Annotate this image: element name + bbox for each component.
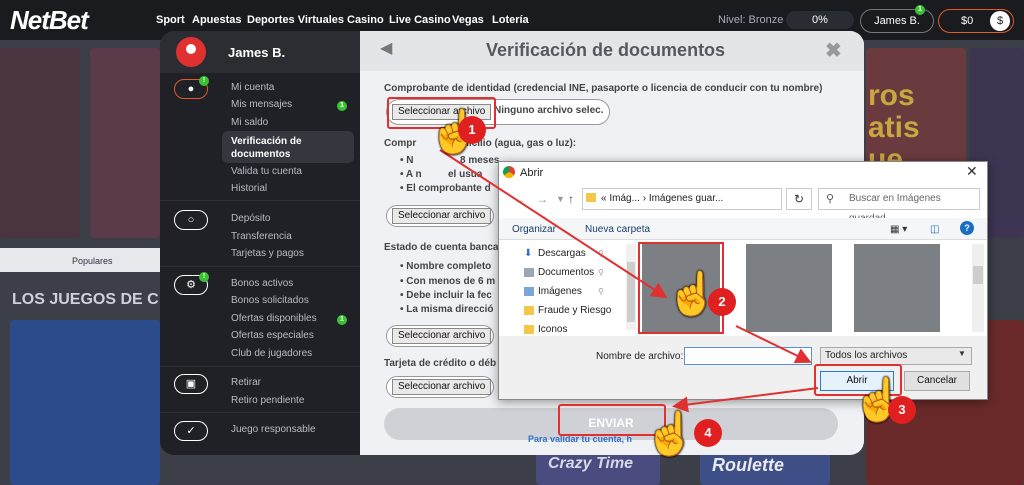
- pointer-hand-icon: ☝: [644, 410, 697, 457]
- step-number-badge: 2: [708, 288, 736, 316]
- step-number-badge: 1: [458, 116, 486, 144]
- step-number-badge: 3: [888, 396, 916, 424]
- step-number-badge: 4: [694, 419, 722, 447]
